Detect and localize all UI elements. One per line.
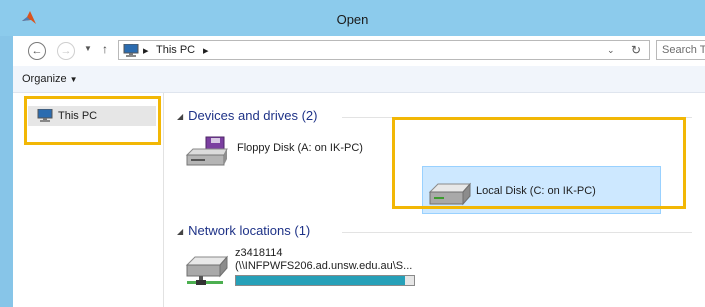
- item-sublabel: (\\INFPWFS206.ad.unsw.edu.au\S...: [235, 260, 413, 272]
- item-label: z3418114: [235, 247, 283, 259]
- chevron-down-icon: ▼: [69, 75, 78, 84]
- drive-item-floppy[interactable]: Floppy Disk (A: on IK-PC): [184, 131, 384, 173]
- crumb-separator-icon[interactable]: ▸: [143, 44, 149, 57]
- item-label: Floppy Disk (A: on IK-PC): [237, 142, 363, 154]
- network-drive-icon: [185, 255, 229, 285]
- dialog-body: ← → ▼ ↑ ▸ This PC ▸ ⌄ ↻ Search T Organiz…: [13, 36, 705, 307]
- floppy-drive-icon: [185, 136, 228, 166]
- group-header-devices[interactable]: ◢ Devices and drives (2): [177, 108, 317, 123]
- space-usage-fill: [236, 276, 406, 285]
- file-list: ◢ Devices and drives (2) Floppy Disk (A: …: [164, 93, 705, 307]
- chevron-down-icon[interactable]: ⌄: [607, 45, 615, 56]
- search-input[interactable]: Search T: [656, 40, 705, 60]
- organize-label: Organize: [22, 73, 67, 85]
- computer-icon: [37, 109, 53, 122]
- group-header-label: Devices and drives (2): [188, 108, 318, 123]
- open-dialog: Open ← → ▼ ↑ ▸ This PC ▸ ⌄ ↻ Search T Or…: [0, 0, 705, 307]
- title-bar[interactable]: Open: [0, 0, 705, 36]
- organize-menu[interactable]: Organize ▼: [22, 73, 78, 85]
- window-title: Open: [336, 12, 369, 27]
- up-arrow-icon[interactable]: ↑: [102, 42, 108, 56]
- computer-icon: [123, 44, 139, 57]
- drive-item-local-disk[interactable]: Local Disk (C: on IK-PC): [422, 166, 661, 214]
- item-label: Local Disk (C: on IK-PC): [476, 185, 596, 197]
- address-field[interactable]: ▸ This PC ▸ ⌄ ↻: [118, 40, 650, 60]
- command-bar: Organize ▼: [13, 66, 705, 93]
- nav-item-this-pc[interactable]: This PC: [28, 106, 156, 126]
- recent-locations-dropdown[interactable]: ▼: [84, 44, 92, 53]
- group-divider: [342, 232, 692, 233]
- hard-drive-icon: [428, 182, 472, 206]
- back-button[interactable]: ←: [28, 42, 46, 60]
- collapse-triangle-icon[interactable]: ◢: [177, 112, 183, 121]
- group-divider: [342, 117, 692, 118]
- breadcrumb-this-pc[interactable]: This PC: [156, 44, 195, 56]
- nav-item-label: This PC: [58, 110, 98, 122]
- group-header-network[interactable]: ◢ Network locations (1): [177, 223, 310, 238]
- collapse-triangle-icon[interactable]: ◢: [177, 227, 183, 236]
- address-bar-row: ← → ▼ ↑ ▸ This PC ▸ ⌄ ↻ Search T: [13, 36, 705, 66]
- navigation-pane: This PC: [13, 93, 164, 307]
- crumb-separator-icon[interactable]: ▸: [203, 44, 209, 57]
- refresh-icon[interactable]: ↻: [631, 43, 641, 57]
- forward-button[interactable]: →: [57, 42, 75, 60]
- space-usage-bar: [235, 275, 415, 286]
- group-header-label: Network locations (1): [188, 223, 311, 238]
